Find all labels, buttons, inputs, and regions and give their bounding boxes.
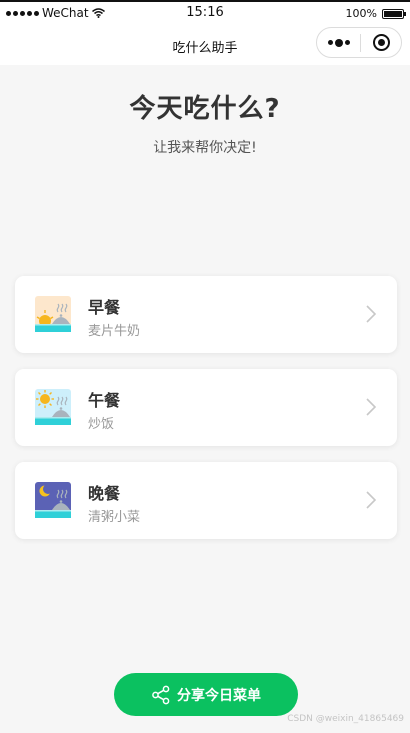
lunch-sun-icon [35,389,71,425]
meal-name: 午餐 [88,391,121,410]
more-menu-button[interactable] [317,38,360,47]
page-subtitle: 让我来帮你决定! [153,140,257,156]
meal-card-lunch[interactable]: 午餐 炒饭 [15,369,397,446]
meal-dish: 麦片牛奶 [88,324,141,339]
close-mini-program-button[interactable] [361,34,401,51]
meal-name: 晚餐 [88,484,121,503]
status-bar: WeChat 15:16 100% [0,0,410,27]
chevron-right-icon [366,398,377,416]
meal-card-dinner[interactable]: 晚餐 清粥小菜 [15,462,397,539]
chevron-right-icon [366,305,377,323]
share-icon [152,685,170,704]
meal-dish: 清粥小菜 [88,510,141,525]
chevron-right-icon [366,491,377,509]
nav-bar: 吃什么助手 [0,27,410,65]
share-button-label: 分享今日菜单 [177,687,261,704]
breakfast-sunrise-icon [35,296,71,332]
mini-program-capsule [316,27,402,58]
meal-card-breakfast[interactable]: 早餐 麦片牛奶 [15,276,397,353]
page-title: 今天吃什么? [129,94,281,124]
meal-dish: 炒饭 [88,417,115,432]
watermark: CSDN @weixin_41865469 [287,714,404,724]
target-icon [372,34,390,51]
share-menu-button[interactable]: 分享今日菜单 [114,673,298,716]
battery-icon [382,8,406,19]
meal-name: 早餐 [88,298,121,317]
dinner-moon-icon [35,482,71,518]
page-header: 今天吃什么? 让我来帮你决定! [0,88,410,157]
battery-label: 100% [345,7,377,20]
status-right: 100% [345,7,406,20]
